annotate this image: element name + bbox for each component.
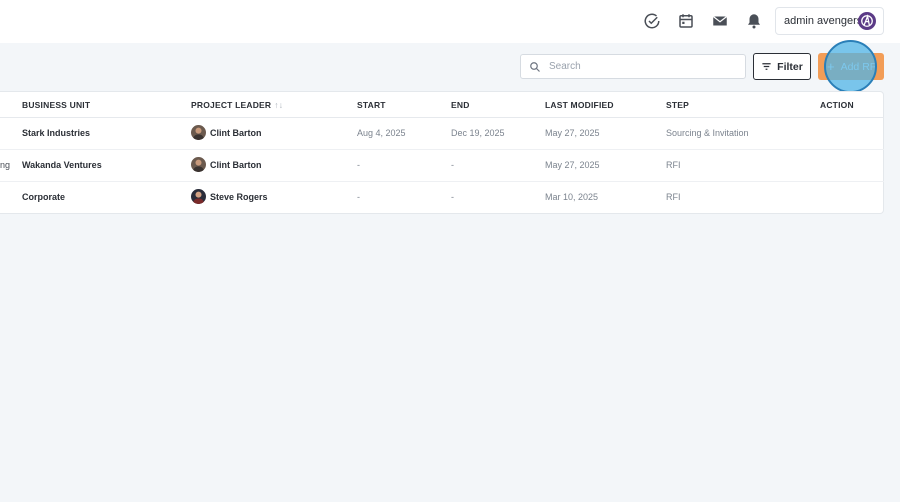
column-header-label: PROJECT LEADER xyxy=(191,100,272,110)
cell-project-leader: Clint Barton xyxy=(191,125,262,140)
column-header-start[interactable]: START xyxy=(357,100,386,110)
filter-icon xyxy=(762,63,771,70)
cell-last-modified: May 27, 2025 xyxy=(545,128,600,138)
cell-business-unit: Corporate xyxy=(22,192,66,202)
cell-end: - xyxy=(451,160,454,170)
cell-start: Aug 4, 2025 xyxy=(357,128,406,138)
column-header-project-leader[interactable]: PROJECT LEADER ↑↓ xyxy=(191,100,283,110)
avatar xyxy=(191,157,206,172)
filter-button[interactable]: Filter xyxy=(753,53,811,80)
search-icon xyxy=(530,61,540,72)
cell-truncated-prefix: ng xyxy=(0,160,11,170)
mail-icon[interactable] xyxy=(711,12,729,30)
cell-project-leader: Steve Rogers xyxy=(191,189,268,204)
check-circle-icon[interactable] xyxy=(643,12,661,30)
cell-end: - xyxy=(451,192,454,202)
table-header: BUSINESS UNIT PROJECT LEADER ↑↓ START END… xyxy=(0,92,884,118)
cell-step: RFI xyxy=(666,192,681,202)
column-header-business-unit[interactable]: BUSINESS UNIT xyxy=(22,100,90,110)
column-header-end[interactable]: END xyxy=(451,100,470,110)
user-menu-button[interactable]: admin avengers xyxy=(775,7,884,35)
column-header-step[interactable]: STEP xyxy=(666,100,689,110)
column-header-last-modified[interactable]: LAST MODIFIED xyxy=(545,100,614,110)
cell-start: - xyxy=(357,192,360,202)
rf-table: BUSINESS UNIT PROJECT LEADER ↑↓ START END… xyxy=(0,91,884,214)
cell-business-unit: Wakanda Ventures xyxy=(22,160,102,170)
table-row[interactable]: ng Wakanda Ventures Clint Barton - - May… xyxy=(0,150,884,182)
top-bar: admin avengers xyxy=(0,0,900,43)
cell-last-modified: May 27, 2025 xyxy=(545,160,600,170)
cell-last-modified: Mar 10, 2025 xyxy=(545,192,599,202)
cell-step: RFI xyxy=(666,160,681,170)
avengers-logo-icon xyxy=(858,12,876,30)
cell-end: Dec 19, 2025 xyxy=(451,128,505,138)
leader-name: Clint Barton xyxy=(210,127,262,138)
table-row[interactable]: Corporate Steve Rogers - - Mar 10, 2025 … xyxy=(0,182,884,214)
leader-name: Steve Rogers xyxy=(210,191,268,202)
sort-arrows-icon[interactable]: ↑↓ xyxy=(274,100,283,110)
filter-label: Filter xyxy=(777,60,803,73)
search-field[interactable] xyxy=(520,54,746,79)
avatar xyxy=(191,189,206,204)
cell-business-unit: Stark Industries xyxy=(22,128,91,138)
plus-icon: + xyxy=(827,59,835,74)
search-input[interactable] xyxy=(549,61,729,72)
column-header-action: ACTION xyxy=(820,100,854,110)
leader-name: Clint Barton xyxy=(210,159,262,170)
user-name: admin avengers xyxy=(784,15,863,27)
bell-icon[interactable] xyxy=(745,12,763,30)
table-row[interactable]: Stark Industries Clint Barton Aug 4, 202… xyxy=(0,118,884,150)
cell-start: - xyxy=(357,160,360,170)
add-rf-label: Add RF xyxy=(840,60,877,73)
cell-step: Sourcing & Invitation xyxy=(666,128,749,138)
add-rf-button[interactable]: + Add RF xyxy=(818,53,884,80)
calendar-icon[interactable] xyxy=(677,12,695,30)
avatar xyxy=(191,125,206,140)
cell-project-leader: Clint Barton xyxy=(191,157,262,172)
